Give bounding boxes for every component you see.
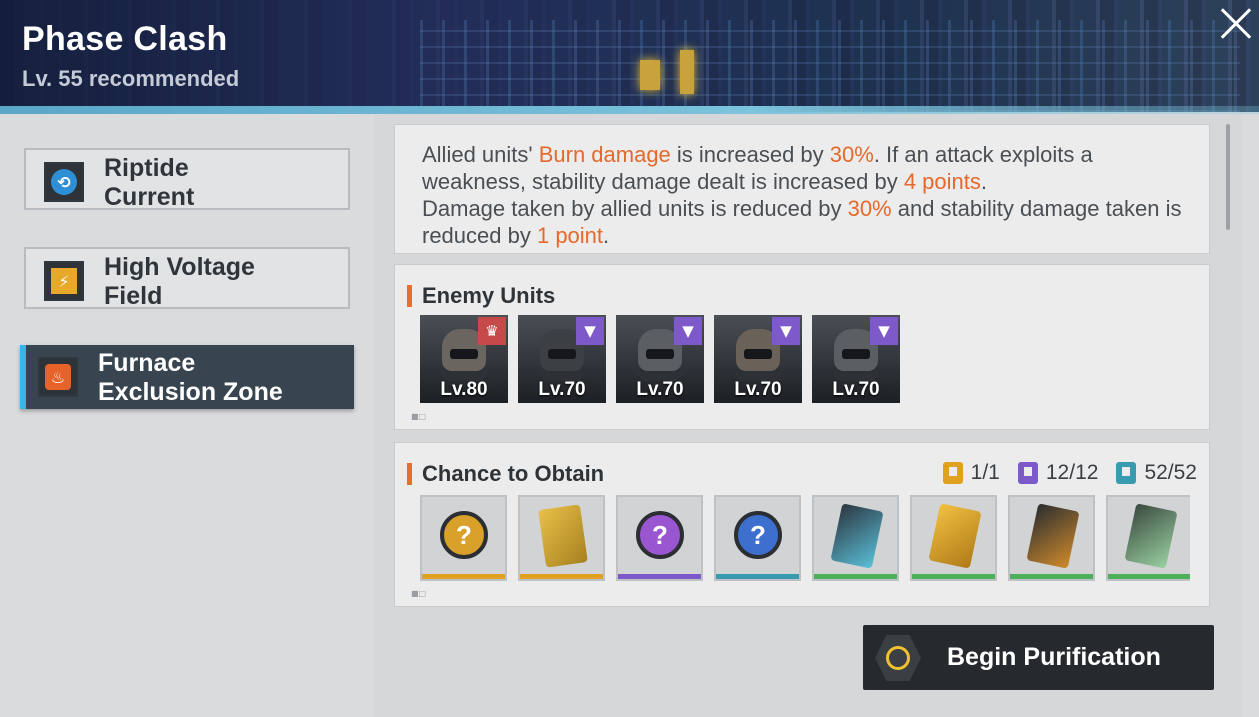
drop-item[interactable]	[1008, 495, 1095, 581]
rarity-bar	[422, 574, 505, 579]
effect-text: .	[603, 223, 610, 248]
dna-card-icon	[830, 503, 884, 569]
elite-badge-icon: ♛	[478, 317, 506, 345]
drop-counts: 1/1 12/12 52/52	[942, 461, 1197, 485]
sidebar-item-riptide-current[interactable]: ⟲ Riptide Current	[24, 148, 350, 211]
header-divider	[0, 106, 1259, 114]
enemy-level: Lv.80	[440, 379, 488, 400]
sidebar-item-label: Furnace	[98, 349, 196, 377]
enemy-unit[interactable]: ♛ Lv.80	[420, 315, 508, 403]
drop-count-value: 1/1	[970, 461, 1000, 484]
effect-description: Allied units' Burn damage is increased b…	[422, 141, 1202, 249]
drop-item[interactable]	[910, 495, 997, 581]
battery-icon	[1026, 503, 1080, 569]
enemy-level: Lv.70	[538, 379, 586, 400]
drop-count-purple: 12/12	[1017, 461, 1099, 485]
section-title: Chance to Obtain	[407, 461, 604, 487]
drop-item[interactable]: ?	[714, 495, 801, 581]
chest-icon	[942, 462, 963, 484]
effect-text: Allied units'	[422, 142, 539, 167]
mystery-orb-gold-icon: ?	[440, 511, 488, 559]
drops-card: Chance to Obtain 1/1 12/12 52/52 ? ? ? ■…	[394, 442, 1210, 607]
enemy-visor	[646, 349, 674, 359]
gold-card-icon	[928, 503, 982, 569]
rarity-bar	[1108, 574, 1190, 579]
drop-item[interactable]	[1106, 495, 1190, 581]
section-title: Enemy Units	[407, 283, 555, 309]
mystery-orb-purple-icon: ?	[636, 511, 684, 559]
sidebar-item-label: Riptide	[104, 154, 189, 182]
drop-item[interactable]: ?	[616, 495, 703, 581]
drop-count-value: 12/12	[1045, 461, 1099, 484]
recommended-level: Lv. 55 recommended	[22, 66, 240, 91]
riptide-icon: ⟲	[44, 162, 84, 202]
sidebar-item-high-voltage-field[interactable]: ⚡ High Voltage Field	[24, 247, 350, 310]
enemy-visor	[548, 349, 576, 359]
card-corner-decoration: ■□	[411, 589, 427, 598]
header-light-decoration	[680, 50, 694, 94]
effect-highlight: 30%	[829, 142, 874, 167]
effect-text: .	[980, 169, 987, 194]
scrollbar[interactable]	[1226, 124, 1230, 230]
effect-highlight: 30%	[847, 196, 892, 221]
enemy-unit[interactable]: ▼ Lv.70	[714, 315, 802, 403]
effect-highlight: 1 point	[536, 223, 604, 248]
enemy-level: Lv.70	[636, 379, 684, 400]
rarity-bar	[520, 574, 603, 579]
rank-badge-icon: ▼	[870, 317, 898, 345]
enemy-visor	[842, 349, 870, 359]
sidebar-item-label: Field	[104, 282, 163, 310]
drop-count-gold: 1/1	[942, 461, 1000, 485]
effect-text: Damage taken by allied units is reduced …	[422, 196, 848, 221]
flame-icon: ♨	[38, 357, 78, 397]
rank-badge-icon: ▼	[772, 317, 800, 345]
enemy-unit[interactable]: ▼ Lv.70	[518, 315, 606, 403]
circuit-card-icon	[1124, 503, 1178, 569]
enemy-unit[interactable]: ▼ Lv.70	[812, 315, 900, 403]
rarity-bar	[912, 574, 995, 579]
effect-text: is increased by	[670, 142, 830, 167]
effect-highlight: Burn damage	[538, 142, 671, 167]
card-corner-decoration: ■□	[411, 412, 427, 421]
drop-item[interactable]: ?	[420, 495, 507, 581]
drop-count-value: 52/52	[1144, 461, 1197, 484]
sidebar-item-label: Exclusion Zone	[98, 378, 283, 406]
lightning-icon: ⚡	[44, 261, 84, 301]
rank-badge-icon: ▼	[674, 317, 702, 345]
effect-card: Allied units' Burn damage is increased b…	[394, 124, 1210, 254]
begin-purification-label: Begin Purification	[947, 643, 1161, 671]
sidebar-item-label: Current	[104, 183, 195, 211]
page-title: Phase Clash	[22, 20, 228, 58]
drop-count-blue: 52/52	[1116, 461, 1197, 485]
rarity-bar	[814, 574, 897, 579]
chest-icon	[1116, 462, 1137, 484]
sidebar-item-label: High Voltage	[104, 253, 255, 281]
enemy-visor	[450, 349, 478, 359]
drop-list[interactable]: ? ? ?	[420, 495, 1190, 581]
enemy-list: ♛ Lv.80 ▼ Lv.70 ▼ Lv.70 ▼ Lv.70 ▼ Lv.70	[420, 315, 900, 403]
sidebar-item-furnace-exclusion-zone[interactable]: ♨ Furnace Exclusion Zone	[20, 345, 354, 409]
enemy-level: Lv.70	[734, 379, 782, 400]
stage-header: Phase Clash Lv. 55 recommended	[0, 0, 1259, 112]
zone-sidebar: ⟲ Riptide Current ⚡ High Voltage Field ♨…	[0, 114, 372, 717]
hexagon-ring-icon	[875, 635, 921, 681]
gold-chip-icon	[538, 504, 588, 568]
enemy-units-card: Enemy Units ♛ Lv.80 ▼ Lv.70 ▼ Lv.70 ▼ Lv…	[394, 264, 1210, 430]
drop-item[interactable]	[518, 495, 605, 581]
effect-highlight: 4 points	[903, 169, 981, 194]
rank-badge-icon: ▼	[576, 317, 604, 345]
rarity-bar	[716, 574, 799, 579]
close-icon[interactable]	[1214, 4, 1254, 44]
enemy-level: Lv.70	[832, 379, 880, 400]
rarity-bar	[1010, 574, 1093, 579]
chest-icon	[1017, 462, 1038, 484]
rarity-bar	[618, 574, 701, 579]
drop-item[interactable]	[812, 495, 899, 581]
header-background-art	[420, 20, 1240, 112]
enemy-unit[interactable]: ▼ Lv.70	[616, 315, 704, 403]
begin-purification-button[interactable]: Begin Purification	[863, 625, 1214, 690]
enemy-visor	[744, 349, 772, 359]
header-light-decoration	[640, 60, 660, 90]
mystery-orb-blue-icon: ?	[734, 511, 782, 559]
